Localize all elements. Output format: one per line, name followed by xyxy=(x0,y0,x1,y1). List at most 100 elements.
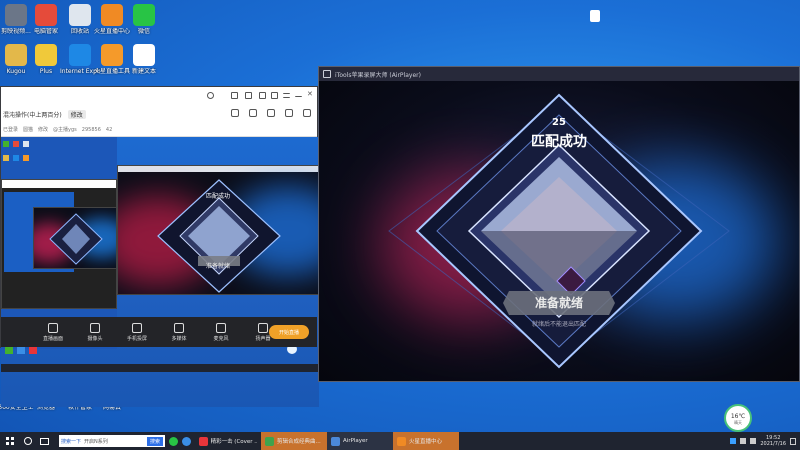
desktop-icon-label: 微信 xyxy=(137,28,150,35)
taskbar-app-button[interactable]: 火星直播中心 xyxy=(393,432,460,450)
room-stat: 圆猫 xyxy=(23,127,34,133)
avatar-icon[interactable] xyxy=(207,92,214,99)
taskbar-app-label: AirPlayer xyxy=(343,438,368,444)
taskbar-app-label: 火星直播中心 xyxy=(409,439,443,445)
edit-room-button[interactable]: 修改 xyxy=(67,109,86,119)
cortana-icon xyxy=(24,437,32,445)
desktop-icon[interactable]: 微信 xyxy=(124,4,164,36)
nested-game-window: 匹配成功 准备就绪 xyxy=(117,165,319,295)
taskbar-app-label: 剪辑合成经典曲... xyxy=(277,439,321,445)
room-toolbar xyxy=(231,109,311,117)
control-button-label: 多媒体 xyxy=(171,335,187,342)
ready-hint: 就绪后不能退出匹配 xyxy=(531,321,586,328)
taskbar-app-icon xyxy=(397,436,407,446)
tray-volume-icon[interactable] xyxy=(740,438,747,444)
message-icon[interactable] xyxy=(245,92,252,99)
tray-battery-icon[interactable] xyxy=(750,438,757,444)
nested-small-diamond xyxy=(49,213,103,265)
taskbar-app-icon xyxy=(199,436,208,446)
share-screen-icon[interactable] xyxy=(231,109,239,117)
match-success-text: 匹配成功 xyxy=(531,134,587,150)
clock[interactable]: 19:52 2021/7/16 xyxy=(760,435,786,447)
cortana-button[interactable] xyxy=(20,432,36,450)
taskbar-app-icon xyxy=(265,436,275,446)
close-icon[interactable]: ✕ xyxy=(307,90,314,98)
room-stat: 295856 xyxy=(81,126,101,133)
control-button-label: 手机投屏 xyxy=(126,335,147,342)
minimize-icon[interactable] xyxy=(295,92,302,97)
task-view-icon xyxy=(40,437,49,445)
app-icon xyxy=(69,4,91,26)
control-button[interactable]: 直播画面 xyxy=(39,322,67,342)
taskbar-app-button[interactable]: 精彩一击 (Cover ... xyxy=(195,432,261,450)
stream-app-window: ✕ 混沌操作(中上两百分) 修改 已登录 圆猫 修改 @主播ygs 295856 42 xyxy=(0,86,319,407)
app-icon xyxy=(5,44,27,66)
app-icon xyxy=(133,44,155,66)
taskbar-apps: 精彩一击 (Cover ... 剪辑合成经典曲... AirPlayer 火星直播中心 xyxy=(195,432,460,450)
ready-button[interactable]: 准备就绪 xyxy=(509,294,609,311)
control-button-label: 摄像头 xyxy=(87,335,103,342)
desktop-icon[interactable]: 新建文本 xyxy=(124,44,164,76)
settings-icon[interactable] xyxy=(271,92,278,99)
nested-ready-button: 准备就绪 xyxy=(206,263,231,270)
notification-center-icon[interactable] xyxy=(790,437,796,445)
app-icon xyxy=(35,4,57,26)
room-stat: 修改 xyxy=(38,127,49,133)
taskbar: 搜索一下 开启N系列 搜索 精彩一击 (Cover ... 剪辑合成经典曲... A… xyxy=(0,432,800,450)
notification-icon[interactable] xyxy=(285,109,293,117)
skin-icon[interactable] xyxy=(231,92,238,99)
record-icon[interactable] xyxy=(267,109,275,117)
control-button[interactable]: 麦克风 xyxy=(207,322,235,342)
weather-temp: 16℃ xyxy=(730,413,746,420)
tray-area: 19:52 2021/7/16 xyxy=(730,435,800,447)
mic-icon xyxy=(216,322,226,333)
room-stat: 42 xyxy=(105,126,113,133)
desktop-icon-label: 新建文本 xyxy=(131,68,156,75)
search-input[interactable]: 开启N系列 xyxy=(84,438,144,445)
app-icon xyxy=(35,44,57,66)
taskbar-search[interactable]: 搜索一下 开启N系列 搜索 xyxy=(59,435,166,447)
room-title: 混沌操作(中上两百分) xyxy=(3,111,62,119)
weather-label: 晴天 xyxy=(734,420,742,425)
taskbar-app-button[interactable]: 剪辑合成经典曲... xyxy=(261,432,328,450)
game-screen: 25 匹配成功 准备就绪 就绪后不能退出匹配 xyxy=(319,81,799,381)
wechat-icon[interactable] xyxy=(169,436,179,446)
menu-icon[interactable] xyxy=(283,93,290,98)
airplayer-titlebar: iTools苹果录屏大师 (AirPlayer) xyxy=(319,67,799,81)
control-button[interactable]: 手机投屏 xyxy=(123,322,151,342)
app-icon xyxy=(5,4,27,26)
room-stat: @主播ygs xyxy=(53,127,77,133)
search-hint: 搜索一下 xyxy=(61,438,82,445)
tray-network-icon[interactable] xyxy=(730,438,737,444)
control-button[interactable]: 摄像头 xyxy=(81,322,109,342)
lock-icon[interactable] xyxy=(249,109,257,117)
airplayer-window: iTools苹果录屏大师 (AirPlayer) 25 匹配成功 准备就绪 就绪… xyxy=(318,66,800,382)
airplayer-title: iTools苹果录屏大师 (AirPlayer) xyxy=(335,71,421,79)
start-button[interactable] xyxy=(0,432,20,450)
taskbar-app-label: 精彩一击 (Cover ... xyxy=(210,439,258,445)
task-view-button[interactable] xyxy=(36,432,53,450)
control-button-label: 麦克风 xyxy=(213,335,229,342)
countdown-timer: 25 xyxy=(552,117,566,128)
go-live-button[interactable]: 开始直播 xyxy=(269,325,309,339)
control-button-label: 直播画面 xyxy=(42,335,63,342)
shirt-icon[interactable] xyxy=(259,92,266,99)
browser-icon[interactable] xyxy=(182,436,192,446)
taskbar-app-button[interactable]: AirPlayer xyxy=(327,432,394,450)
search-button[interactable]: 搜索 xyxy=(147,436,164,446)
control-button[interactable]: 多媒体 xyxy=(165,322,193,342)
stream-preview: 匹配成功 准备就绪 xyxy=(1,137,319,407)
weather-widget[interactable]: 16℃ 晴天 xyxy=(724,404,752,432)
app-icon xyxy=(101,4,123,26)
room-stat: 已登录 xyxy=(3,127,19,133)
screen-icon xyxy=(48,322,58,333)
app-icon xyxy=(69,44,91,66)
windows-icon xyxy=(6,437,14,445)
clock-date: 2021/7/16 xyxy=(760,441,786,447)
airplayer-app-icon xyxy=(323,70,331,78)
share-icon[interactable] xyxy=(303,109,311,117)
room-stats: 已登录 圆猫 修改 @主播ygs 295856 42 xyxy=(1,123,317,137)
phone-cast-icon xyxy=(132,322,142,333)
nested-desktop-icons xyxy=(3,141,43,181)
desktop-shortcut-icon[interactable] xyxy=(590,10,600,22)
